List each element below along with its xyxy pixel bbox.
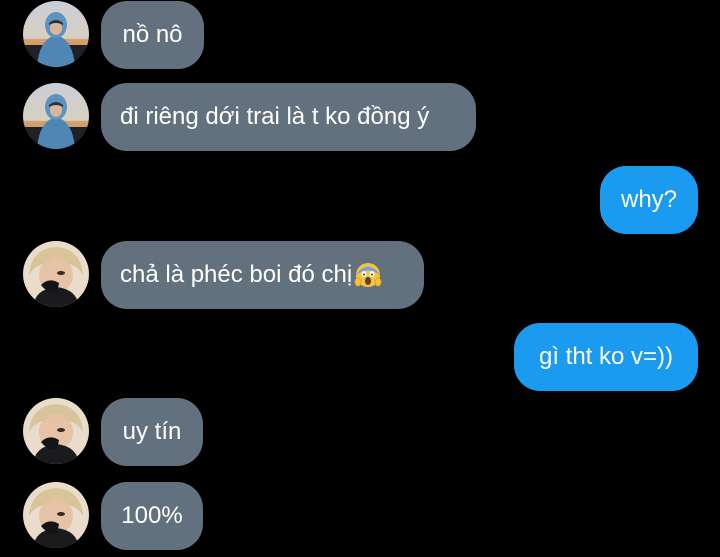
contact-avatar[interactable] (23, 398, 89, 464)
face-screaming-in-fear-emoji (354, 263, 382, 287)
message-row: uy tín (0, 398, 720, 466)
incoming-message-bubble[interactable]: chả là phéc boi đó chị (101, 241, 424, 309)
message-row: chả là phéc boi đó chị (0, 241, 720, 309)
message-row: nồ nô (0, 1, 720, 69)
contact-avatar[interactable] (23, 1, 89, 67)
outgoing-message-bubble[interactable]: why? (600, 166, 698, 234)
message-text: chả là phéc boi đó chị (120, 261, 353, 288)
incoming-message-bubble[interactable]: nồ nô (101, 1, 204, 69)
message-row: 100% (0, 482, 720, 550)
incoming-message-bubble[interactable]: 100% (101, 482, 203, 550)
contact-avatar[interactable] (23, 241, 89, 307)
incoming-message-bubble[interactable]: uy tín (101, 398, 203, 466)
message-row: why? (0, 166, 720, 234)
message-row: gì tht ko v=)) (0, 323, 720, 391)
contact-avatar[interactable] (23, 482, 89, 548)
message-row: đi riêng dới trai là t ko đồng ý (0, 83, 720, 151)
outgoing-message-bubble[interactable]: gì tht ko v=)) (514, 323, 698, 391)
incoming-message-bubble[interactable]: đi riêng dới trai là t ko đồng ý (101, 83, 476, 151)
contact-avatar[interactable] (23, 83, 89, 149)
